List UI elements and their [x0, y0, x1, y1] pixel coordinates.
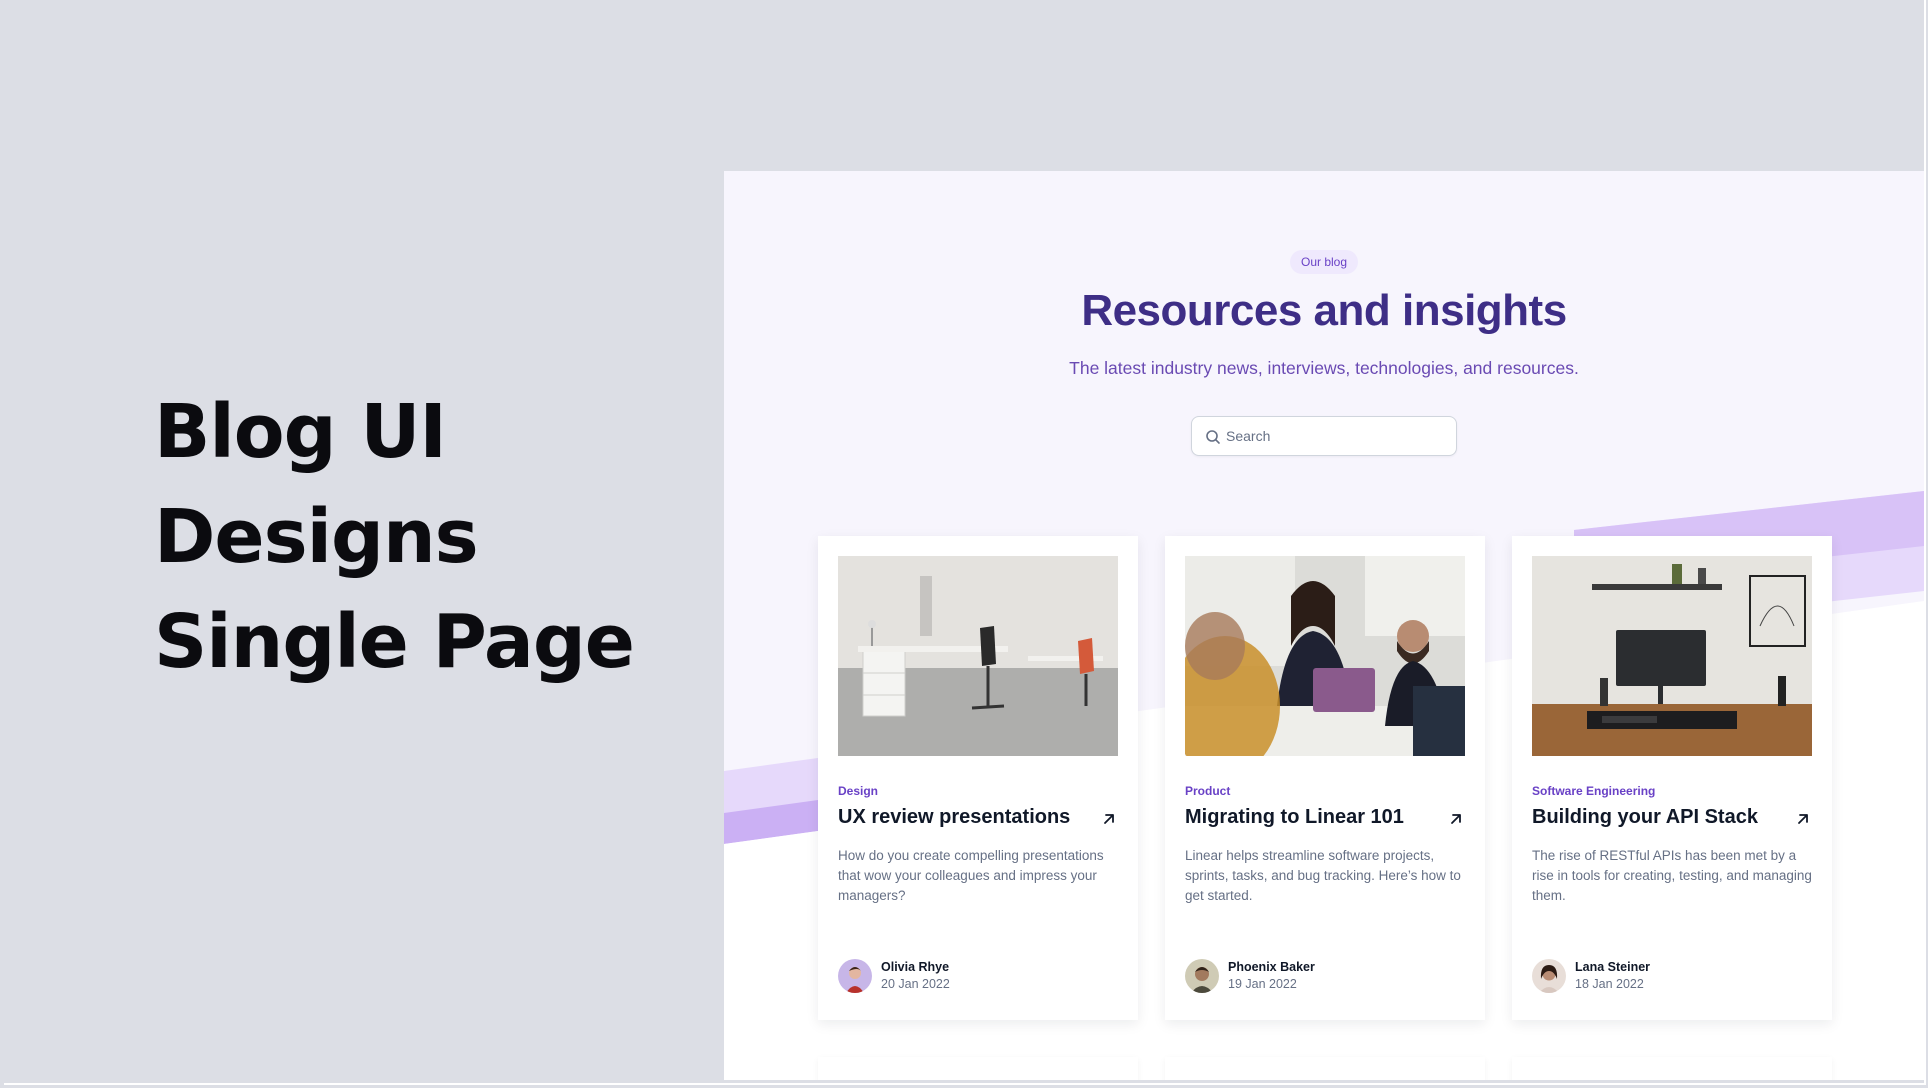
search-input[interactable]	[1226, 417, 1446, 455]
arrow-up-right-icon[interactable]	[1794, 810, 1812, 828]
post-category: Software Engineering	[1532, 784, 1656, 798]
blog-badge: Our blog	[1290, 250, 1358, 274]
post-date: 18 Jan 2022	[1575, 977, 1644, 991]
post-title-link[interactable]: Migrating to Linear 101	[1185, 806, 1404, 829]
author-avatar	[1532, 959, 1566, 993]
headline-line-1: Blog UI	[154, 389, 447, 475]
blog-page-screenshot: Our blog Resources and insights The late…	[724, 171, 1924, 1080]
author-name: Phoenix Baker	[1228, 960, 1315, 974]
post-image-office	[838, 556, 1118, 756]
author-name: Olivia Rhye	[881, 960, 950, 974]
author-avatar	[1185, 959, 1219, 993]
blog-post-card-next-row[interactable]	[1165, 1057, 1485, 1080]
blog-post-card[interactable]: Software Engineering Building your API S…	[1512, 536, 1832, 1020]
arrow-up-right-icon[interactable]	[1447, 810, 1465, 828]
search-field[interactable]	[1191, 416, 1457, 456]
post-excerpt: The rise of RESTful APIs has been met by…	[1532, 848, 1812, 903]
post-excerpt: How do you create compelling presentatio…	[838, 848, 1104, 903]
page-title: Resources and insights	[1081, 286, 1567, 335]
author-avatar	[838, 959, 872, 993]
post-category: Product	[1185, 784, 1231, 798]
blog-post-card[interactable]: Design UX review presentations How do yo…	[818, 536, 1138, 1020]
blog-post-card-next-row[interactable]	[818, 1057, 1138, 1080]
blog-post-card-next-row[interactable]	[1512, 1057, 1832, 1080]
post-image-meeting	[1185, 556, 1465, 756]
post-date: 19 Jan 2022	[1228, 977, 1297, 991]
post-title-link[interactable]: Building your API Stack	[1532, 806, 1758, 829]
headline-line-3: Single Page	[154, 599, 635, 685]
post-date: 20 Jan 2022	[881, 977, 950, 991]
search-icon	[1206, 430, 1220, 444]
post-title-link[interactable]: UX review presentations	[838, 806, 1070, 829]
post-category: Design	[838, 784, 879, 798]
arrow-up-right-icon[interactable]	[1100, 810, 1118, 828]
author-name: Lana Steiner	[1575, 960, 1651, 974]
headline-line-2: Designs	[154, 494, 479, 580]
post-excerpt: Linear helps streamline software project…	[1185, 848, 1461, 903]
page-subtitle: The latest industry news, interviews, te…	[1069, 358, 1579, 378]
slide-headline: Blog UI Designs Single Page	[154, 380, 635, 695]
post-image-desk	[1532, 556, 1812, 756]
blog-post-card[interactable]: Product Migrating to Linear 101 Linear h…	[1165, 536, 1485, 1020]
